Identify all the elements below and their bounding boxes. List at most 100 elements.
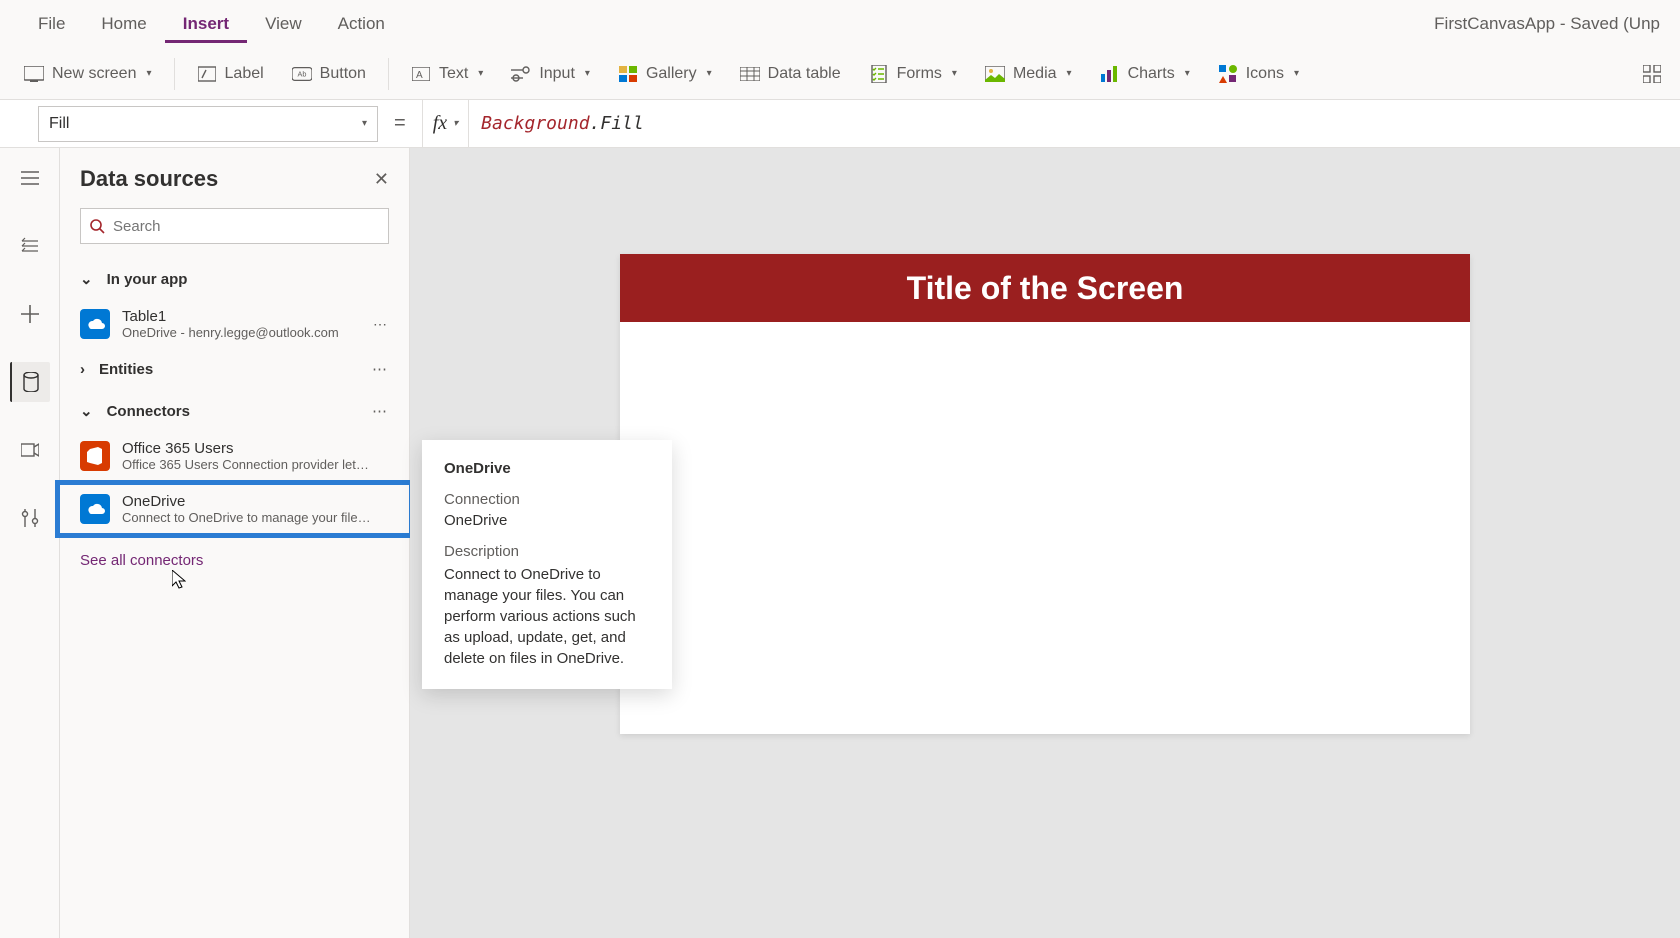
formula-bar: Fill ▾ = fx▾ Background.Fill [0, 100, 1680, 148]
data-table-label: Data table [768, 65, 841, 83]
connector-office365-users[interactable]: Office 365 Users Office 365 Users Connec… [60, 432, 409, 480]
charts-label: Charts [1128, 65, 1175, 83]
form-icon [869, 64, 889, 84]
gallery-label: Gallery [646, 65, 697, 83]
tree-view-button[interactable] [10, 226, 50, 266]
chevron-down-icon: ▾ [362, 118, 367, 129]
section-label: Connectors [107, 403, 190, 420]
chevron-down-icon: ⌄ [80, 270, 93, 288]
section-connectors[interactable]: ⌄ Connectors ⋯ [60, 390, 409, 432]
menu-file[interactable]: File [20, 6, 83, 42]
section-entities[interactable]: › Entities ⋯ [60, 348, 409, 390]
app-screen[interactable]: Title of the Screen [620, 254, 1470, 734]
menu-view[interactable]: View [247, 6, 320, 42]
connector-name: Office 365 Users [122, 440, 372, 457]
tooltip-connection-label: Connection [444, 491, 650, 508]
tooltip-description-label: Description [444, 543, 650, 560]
left-nav-rail [0, 148, 60, 938]
advanced-tools-button[interactable] [10, 498, 50, 538]
text-button[interactable]: A Text ▾ [399, 58, 495, 90]
formula-prop: .Fill [590, 113, 644, 134]
see-all-connectors-link[interactable]: See all connectors [60, 538, 409, 583]
gallery-button[interactable]: Gallery ▾ [606, 58, 724, 90]
grid-toggle-button[interactable] [1636, 58, 1668, 90]
data-sources-panel: Data sources ✕ ⌄ In your app Table1 OneD… [60, 148, 410, 938]
app-title: FirstCanvasApp - Saved (Unp [1434, 14, 1660, 34]
charts-button[interactable]: Charts ▾ [1088, 58, 1202, 90]
tooltip-connection-value: OneDrive [444, 512, 650, 529]
insert-ribbon: New screen ▾ Label Ab Button A Text ▾ In… [0, 48, 1680, 100]
menu-action[interactable]: Action [320, 6, 403, 42]
connector-sub: Connect to OneDrive to manage your files… [122, 510, 372, 525]
media-label: Media [1013, 65, 1057, 83]
more-icon[interactable]: ⋯ [372, 360, 389, 378]
tooltip-title: OneDrive [444, 460, 650, 477]
label-icon [197, 64, 217, 84]
text-label: Text [439, 65, 468, 83]
tooltip-description: Connect to OneDrive to manage your files… [444, 564, 650, 669]
menu-home[interactable]: Home [83, 6, 164, 42]
chevron-down-icon: ▾ [585, 68, 590, 79]
property-selector[interactable]: Fill ▾ [38, 106, 378, 142]
chevron-down-icon: ▾ [478, 68, 483, 79]
main-area: Data sources ✕ ⌄ In your app Table1 OneD… [0, 148, 1680, 938]
forms-label: Forms [897, 65, 942, 83]
search-icon [89, 218, 105, 234]
datasource-table1[interactable]: Table1 OneDrive - henry.legge@outlook.co… [60, 300, 409, 348]
fx-button[interactable]: fx▾ [422, 100, 469, 147]
chevron-down-icon: ▾ [146, 68, 151, 79]
connector-sub: Office 365 Users Connection provider let… [122, 457, 372, 472]
svg-text:A: A [416, 70, 423, 81]
input-icon [511, 64, 531, 84]
button-icon: Ab [292, 64, 312, 84]
connector-tooltip: OneDrive Connection OneDrive Description… [422, 440, 672, 689]
add-button[interactable] [10, 294, 50, 334]
chevron-down-icon: ▾ [1185, 68, 1190, 79]
section-label: In your app [107, 271, 188, 288]
datasource-sub: OneDrive - henry.legge@outlook.com [122, 325, 339, 340]
input-button[interactable]: Input ▾ [499, 58, 602, 90]
icons-icon [1218, 64, 1238, 84]
icons-button[interactable]: Icons ▾ [1206, 58, 1311, 90]
datasource-name: Table1 [122, 308, 339, 325]
hamburger-button[interactable] [10, 158, 50, 198]
menu-insert[interactable]: Insert [165, 6, 247, 43]
new-screen-button[interactable]: New screen ▾ [12, 58, 164, 90]
screen-title-text: Title of the Screen [907, 270, 1184, 307]
property-name: Fill [49, 115, 69, 133]
search-input[interactable] [113, 218, 380, 235]
gallery-icon [618, 64, 638, 84]
data-sources-button[interactable] [10, 362, 50, 402]
media-icon [985, 64, 1005, 84]
formula-input[interactable]: Background.Fill [469, 113, 1680, 134]
button-button[interactable]: Ab Button [280, 58, 378, 90]
section-in-your-app[interactable]: ⌄ In your app [60, 258, 409, 300]
screen-icon [24, 64, 44, 84]
menubar: File Home Insert View Action FirstCanvas… [0, 0, 1680, 48]
chevron-down-icon: ▾ [1067, 68, 1072, 79]
media-pane-button[interactable] [10, 430, 50, 470]
chevron-down-icon: ⌄ [80, 402, 93, 420]
search-box[interactable] [80, 208, 389, 244]
screen-title-bar[interactable]: Title of the Screen [620, 254, 1470, 322]
chevron-down-icon: ▾ [453, 118, 458, 129]
forms-button[interactable]: Forms ▾ [857, 58, 969, 90]
chevron-down-icon: ▾ [707, 68, 712, 79]
label-button[interactable]: Label [185, 58, 276, 90]
separator [388, 58, 389, 90]
media-button[interactable]: Media ▾ [973, 58, 1084, 90]
new-screen-label: New screen [52, 65, 136, 83]
chevron-down-icon: ▾ [1294, 68, 1299, 79]
more-icon[interactable]: ⋯ [372, 402, 389, 420]
formula-object: Background [481, 113, 589, 134]
chevron-right-icon: › [80, 361, 85, 378]
svg-text:Ab: Ab [297, 69, 306, 78]
panel-title: Data sources [80, 166, 218, 192]
close-icon[interactable]: ✕ [374, 169, 389, 190]
data-table-button[interactable]: Data table [728, 58, 853, 90]
button-label: Button [320, 65, 366, 83]
label-label: Label [225, 65, 264, 83]
connector-onedrive[interactable]: OneDrive Connect to OneDrive to manage y… [60, 485, 409, 533]
more-icon[interactable]: ⋯ [373, 316, 389, 333]
selected-connector-highlight: OneDrive Connect to OneDrive to manage y… [55, 480, 414, 538]
